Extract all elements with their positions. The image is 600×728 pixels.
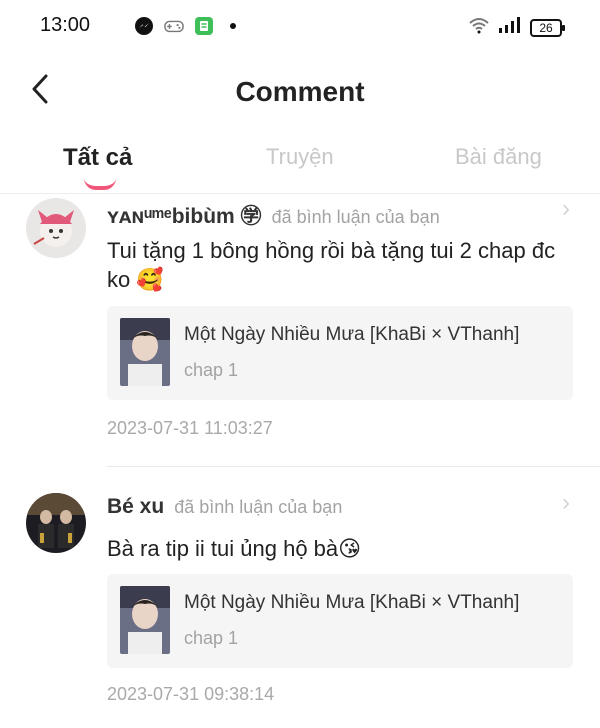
avatar[interactable] bbox=[26, 198, 86, 258]
system-icons: 26 bbox=[468, 16, 565, 39]
messenger-icon bbox=[134, 16, 154, 36]
comment-text: Tui tặng 1 bông hồng rồi bà tặng tui 2 c… bbox=[107, 236, 560, 294]
tab-all[interactable]: Tất cả bbox=[63, 144, 132, 172]
action-text: đã bình luận của bạn bbox=[174, 497, 343, 517]
kissing-face-emoji: 😘 bbox=[338, 536, 362, 561]
header: Comment bbox=[0, 56, 600, 126]
notification-icons bbox=[134, 16, 236, 36]
status-time: 13:00 bbox=[40, 14, 91, 36]
chevron-right-icon[interactable]: › bbox=[562, 489, 570, 517]
tab-bar: Tất cả Truyện Bài đăng bbox=[0, 138, 600, 194]
active-tab-indicator bbox=[84, 178, 116, 190]
chapter-label: chap 1 bbox=[184, 628, 239, 648]
tab-posts[interactable]: Bài đăng bbox=[455, 144, 542, 170]
smiling-face-hearts-emoji: 🥰 bbox=[136, 267, 164, 292]
comment-item[interactable]: ʏᴀɴᵘᵐᵉbibùm ㊫ đã bình luận của bạn › Tui… bbox=[0, 194, 600, 467]
comment-body: Tui tặng 1 bông hồng rồi bà tặng tui 2 c… bbox=[107, 238, 556, 292]
comment-item[interactable]: Bé xu đã bình luận của bạn › Bà ra tip i… bbox=[0, 466, 600, 728]
status-bar: 13:00 26 bbox=[0, 0, 600, 52]
story-card[interactable]: Một Ngày Nhiều Mưa [KhaBi × VThanh] chap… bbox=[107, 574, 573, 668]
app-icon bbox=[194, 16, 214, 36]
story-thumbnail bbox=[120, 318, 170, 386]
comment-header: ʏᴀɴᵘᵐᵉbibùm ㊫ đã bình luận của bạn bbox=[107, 200, 440, 230]
comment-header: Bé xu đã bình luận của bạn bbox=[107, 495, 342, 519]
signal-icon bbox=[498, 16, 522, 39]
avatar[interactable] bbox=[26, 493, 86, 553]
chapter-label: chap 1 bbox=[184, 360, 239, 380]
username[interactable]: Bé xu bbox=[107, 495, 164, 519]
action-text: đã bình luận của bạn bbox=[271, 207, 440, 227]
page-title: Comment bbox=[235, 76, 365, 107]
timestamp: 2023-07-31 09:38:14 bbox=[107, 684, 275, 704]
wifi-icon bbox=[468, 16, 490, 39]
story-card[interactable]: Một Ngày Nhiều Mưa [KhaBi × VThanh] chap… bbox=[107, 306, 573, 400]
chevron-right-icon[interactable]: › bbox=[562, 195, 570, 223]
story-title: Một Ngày Nhiều Mưa [KhaBi × VThanh] bbox=[184, 324, 520, 345]
gamepad-icon bbox=[164, 16, 184, 36]
battery-icon: 26 bbox=[530, 18, 565, 37]
dot-icon bbox=[230, 23, 236, 29]
story-title: Một Ngày Nhiều Mưa [KhaBi × VThanh] bbox=[184, 592, 520, 613]
comment-list: ʏᴀɴᵘᵐᵉbibùm ㊫ đã bình luận của bạn › Tui… bbox=[0, 194, 600, 728]
comment-body: Bà ra tip ii tui ủng hộ bà bbox=[107, 536, 339, 561]
comment-text: Bà ra tip ii tui ủng hộ bà😘 bbox=[107, 534, 560, 563]
timestamp: 2023-07-31 11:03:27 bbox=[107, 418, 273, 438]
username[interactable]: ʏᴀɴᵘᵐᵉbibùm ㊫ bbox=[107, 200, 262, 230]
tab-stories[interactable]: Truyện bbox=[266, 144, 334, 170]
story-thumbnail bbox=[120, 586, 170, 654]
